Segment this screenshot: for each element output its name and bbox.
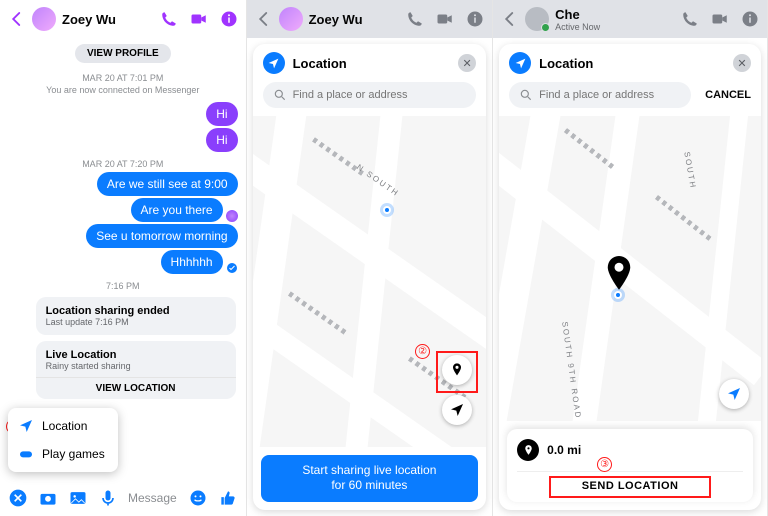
close-icon[interactable]: ✕ (458, 54, 476, 72)
video-icon (711, 10, 729, 28)
current-location-dot (614, 291, 622, 299)
seen-avatar-icon (226, 210, 238, 222)
avatar (525, 7, 549, 31)
call-icon (406, 10, 424, 28)
card-subtitle: Rainy started sharing (46, 361, 226, 371)
video-icon[interactable] (190, 10, 208, 28)
location-arrow-icon (263, 52, 285, 74)
share-line2: for 60 minutes (265, 478, 475, 494)
search-field[interactable] (293, 89, 467, 101)
card-title: Live Location (46, 349, 226, 361)
location-ended-card[interactable]: Location sharing ended Last update 7:16 … (36, 297, 236, 335)
cancel-button[interactable]: CANCEL (705, 89, 751, 101)
location-panel: Location ✕ CANCEL SOUTH SOUTH 9TH ROAD (499, 44, 761, 510)
chat-header: Zoey Wu (0, 0, 246, 38)
info-icon (741, 10, 759, 28)
gamepad-icon (18, 446, 34, 462)
gallery-icon[interactable] (68, 488, 88, 508)
location-arrow-icon (726, 386, 742, 402)
info-icon[interactable] (220, 10, 238, 28)
view-location-button[interactable]: VIEW LOCATION (36, 377, 236, 399)
search-field[interactable] (539, 89, 681, 101)
timestamp: MAR 20 AT 7:20 PM (0, 159, 246, 169)
attachment-menu: Location Play games (8, 408, 118, 472)
recenter-button[interactable] (442, 395, 472, 425)
message-out[interactable]: Hhhhhh (161, 250, 223, 274)
message-out[interactable]: Are you there (131, 198, 223, 222)
call-icon (681, 10, 699, 28)
avatar (279, 7, 303, 31)
avatar[interactable] (32, 7, 56, 31)
search-input[interactable] (263, 82, 477, 108)
chat-header-dimmed: Che Active Now (493, 0, 767, 38)
back-icon[interactable] (501, 10, 519, 28)
annotation-number-2: ② (415, 344, 430, 359)
contact-name: Che (555, 7, 600, 22)
close-attachments-icon[interactable] (8, 488, 28, 508)
camera-icon[interactable] (38, 488, 58, 508)
timestamp: MAR 20 AT 7:01 PM (0, 73, 246, 83)
map-view[interactable]: SOUTH SOUTH 9TH ROAD (499, 116, 761, 421)
pin-icon (449, 362, 465, 378)
annotation-number-3: ③ (597, 457, 612, 472)
message-out[interactable]: See u tomorrow morning (86, 224, 237, 248)
dropped-pin-icon[interactable] (605, 256, 633, 292)
back-icon[interactable] (255, 10, 273, 28)
location-panel: Location ✕ N SOUTH ② (253, 44, 487, 510)
composer: Message (0, 480, 246, 516)
drop-pin-button[interactable] (442, 355, 472, 385)
emoji-icon[interactable] (188, 488, 208, 508)
panel-title: Location (539, 56, 593, 71)
video-icon (436, 10, 454, 28)
system-message: You are now connected on Messenger (0, 85, 246, 95)
map-view[interactable]: N SOUTH ② (253, 116, 487, 447)
message-out[interactable]: Hi (206, 102, 237, 126)
status-text: Active Now (555, 22, 600, 32)
menu-label: Location (42, 419, 87, 433)
location-arrow-icon (509, 52, 531, 74)
send-location-button[interactable]: SEND LOCATION (517, 471, 743, 492)
search-icon (273, 88, 287, 102)
close-icon[interactable]: ✕ (733, 54, 751, 72)
search-input[interactable] (509, 82, 691, 108)
like-icon[interactable] (218, 488, 238, 508)
view-profile-button[interactable]: VIEW PROFILE (75, 44, 171, 63)
send-location-card: 0.0 mi SEND LOCATION ③ (507, 429, 753, 502)
call-icon[interactable] (160, 10, 178, 28)
location-arrow-icon (449, 402, 465, 418)
contact-name[interactable]: Zoey Wu (62, 12, 116, 27)
panel-title: Location (293, 56, 347, 71)
contact-name: Zoey Wu (309, 12, 363, 27)
pin-icon (517, 439, 539, 461)
current-location-dot (383, 206, 391, 214)
start-sharing-button[interactable]: Start sharing live location for 60 minut… (261, 455, 479, 502)
message-out[interactable]: Are we still see at 9:00 (97, 172, 238, 196)
chat-header-dimmed: Zoey Wu (247, 0, 493, 38)
timestamp: 7:16 PM (0, 281, 246, 291)
menu-label: Play games (42, 447, 105, 461)
road-label: SOUTH (682, 151, 697, 190)
search-icon (519, 88, 533, 102)
card-title: Location sharing ended (46, 305, 226, 317)
menu-item-play-games[interactable]: Play games (8, 440, 118, 468)
mic-icon[interactable] (98, 488, 118, 508)
share-line1: Start sharing live location (265, 463, 475, 479)
message-out[interactable]: Hi (206, 128, 237, 152)
recenter-button[interactable] (719, 379, 749, 409)
message-input[interactable]: Message (128, 491, 178, 505)
info-icon (466, 10, 484, 28)
location-arrow-icon (18, 418, 34, 434)
card-subtitle: Last update 7:16 PM (46, 317, 226, 327)
menu-item-location[interactable]: Location (8, 412, 118, 440)
live-location-card[interactable]: Live Location Rainy started sharing VIEW… (36, 341, 236, 399)
distance-text: 0.0 mi (547, 443, 581, 457)
delivered-icon (226, 262, 238, 274)
back-icon[interactable] (8, 10, 26, 28)
